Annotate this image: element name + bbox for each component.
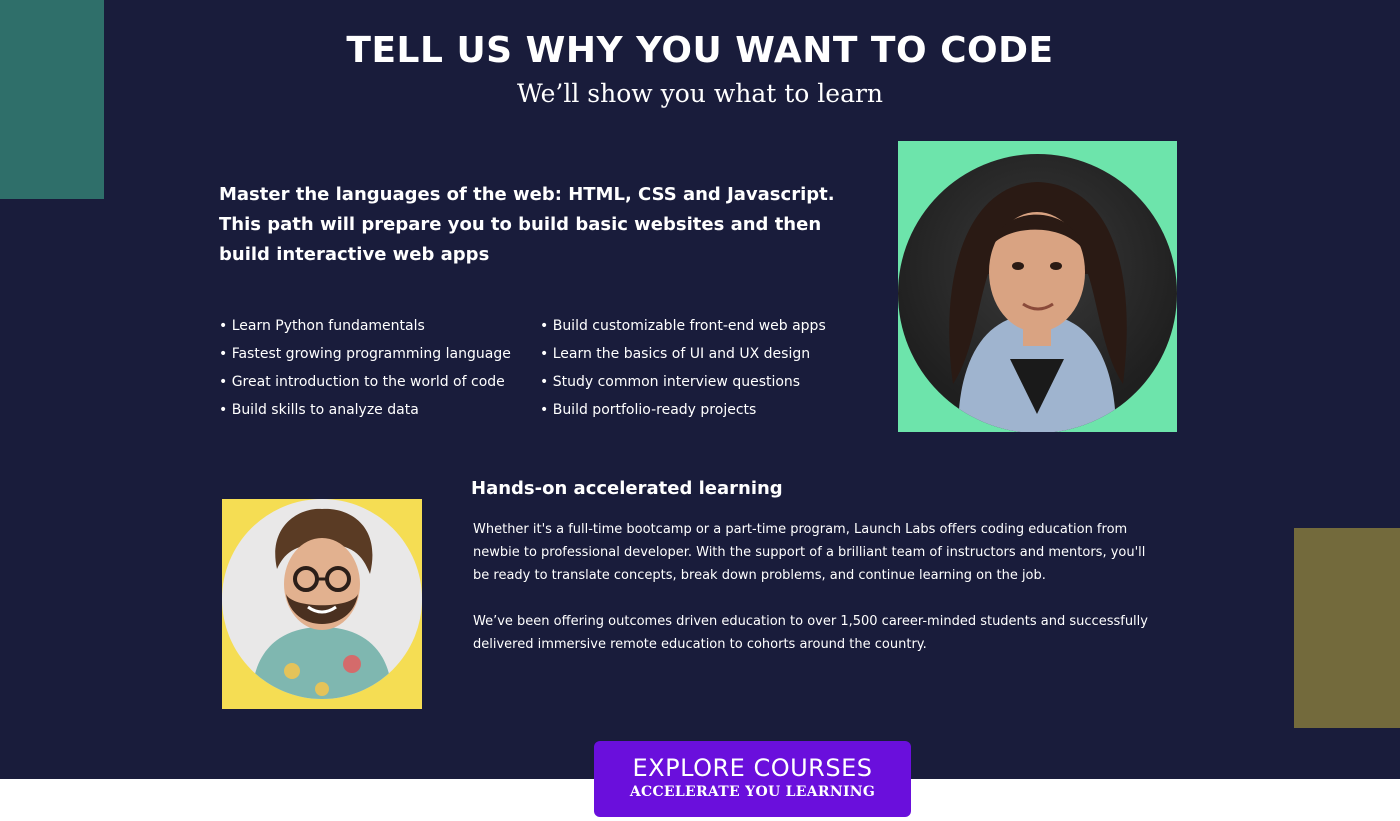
portrait-circle <box>222 499 422 699</box>
page-title: TELL US WHY YOU WANT TO CODE <box>346 30 1054 71</box>
explore-courses-button[interactable]: EXPLORE COURSES ACCELERATE YOU LEARNING <box>594 741 911 817</box>
list-item: • Learn Python fundamentals <box>219 318 425 334</box>
student-photo-woman <box>898 141 1177 432</box>
learning-paragraph-1: Whether it's a full-time bootcamp or a p… <box>473 522 1146 583</box>
learning-paragraph-2: We’ve been offering outcomes driven educ… <box>473 614 1148 652</box>
list-item: • Build portfolio-ready projects <box>540 402 757 418</box>
list-item: • Build skills to analyze data <box>219 402 419 418</box>
portrait-circle <box>898 154 1177 432</box>
list-item: • Great introduction to the world of cod… <box>219 374 505 390</box>
benefits-list-right: • Build customizable front-end web apps … <box>540 312 826 424</box>
person-portrait-icon <box>949 182 1127 432</box>
list-item: • Study common interview questions <box>540 374 801 390</box>
student-photo-man <box>222 499 422 709</box>
path-description: Master the languages of the web: HTML, C… <box>219 184 835 265</box>
person-portrait-icon <box>252 508 392 699</box>
hero-section: TELL US WHY YOU WANT TO CODE We’ll show … <box>0 0 1400 779</box>
page-subtitle: We’ll show you what to learn <box>516 79 884 108</box>
list-item: • Fastest growing programming language <box>219 346 511 362</box>
cta-sublabel: ACCELERATE YOU LEARNING <box>629 784 876 800</box>
cta-label: EXPLORE COURSES <box>632 754 873 782</box>
benefits-list-left: • Learn Python fundamentals • Fastest gr… <box>219 312 511 424</box>
decorative-olive-block <box>1294 528 1400 728</box>
section-title: Hands-on accelerated learning <box>471 478 783 499</box>
list-item: • Build customizable front-end web apps <box>540 318 826 334</box>
list-item: • Learn the basics of UI and UX design <box>540 346 811 362</box>
